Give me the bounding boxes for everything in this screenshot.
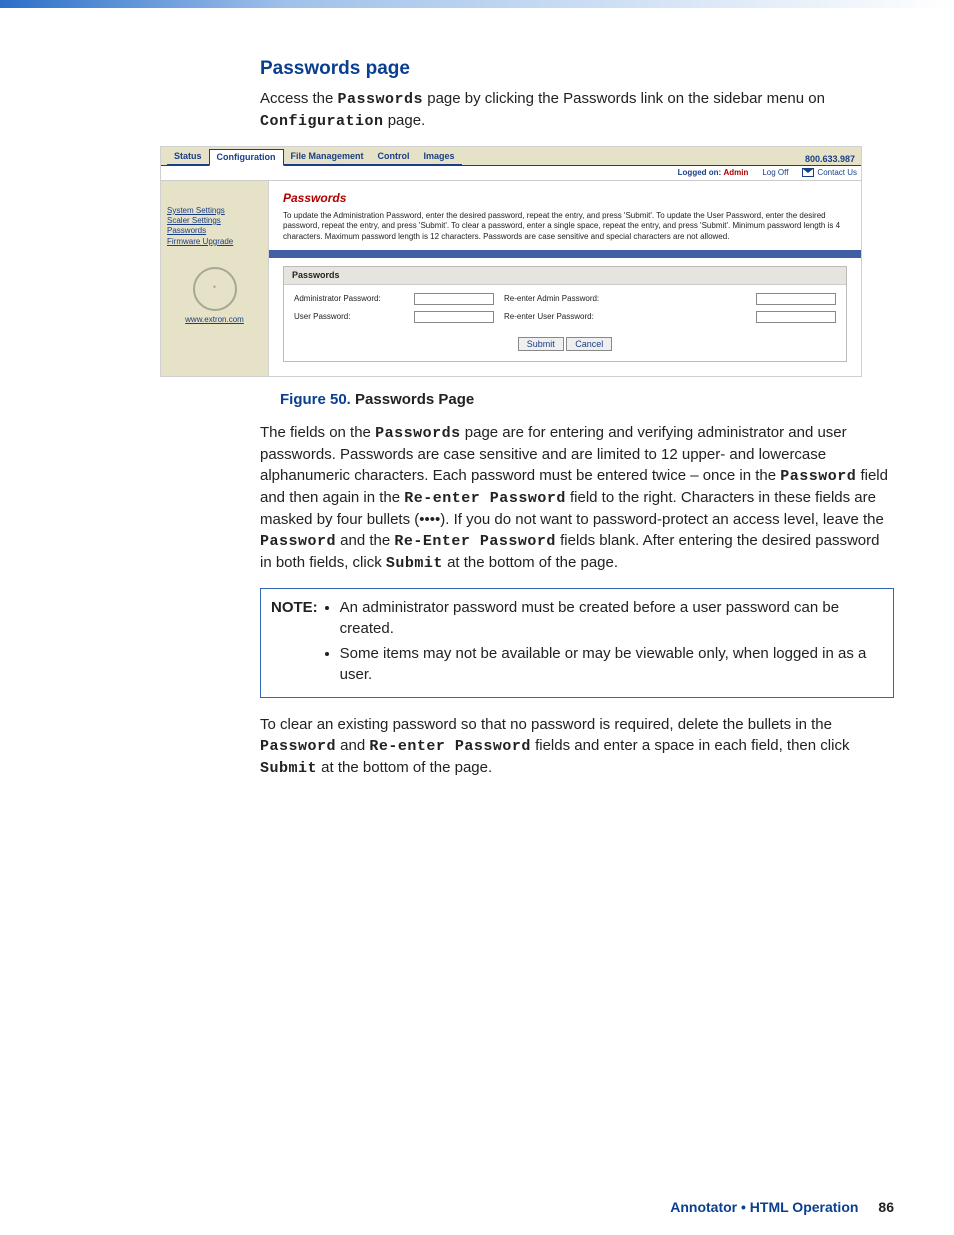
note-label: NOTE: (271, 597, 318, 689)
instructions-text: To update the Administration Password, e… (283, 211, 847, 242)
top-stripe (0, 0, 954, 8)
admin-password-reenter-input[interactable] (756, 293, 836, 305)
contact-us-link[interactable]: Contact Us (802, 168, 857, 178)
tab-control[interactable]: Control (371, 149, 417, 165)
admin-password-reenter-label: Re-enter Admin Password: (504, 294, 746, 304)
logo-box: ✦ www.extron.com (167, 267, 262, 325)
section-heading: Passwords page (260, 58, 894, 80)
sidebar: System Settings Scaler Settings Password… (161, 181, 268, 376)
user-password-label: User Password: (294, 312, 404, 322)
clear-password-paragraph: To clear an existing password so that no… (260, 714, 894, 779)
note-item: An administrator password must be create… (340, 597, 883, 639)
cancel-button[interactable]: Cancel (566, 337, 612, 351)
user-password-input[interactable] (414, 311, 494, 323)
extron-url-link[interactable]: www.extron.com (185, 315, 244, 324)
blue-bar (269, 250, 861, 258)
passwords-box-header: Passwords (284, 267, 846, 285)
figure-caption: Figure 50. Passwords Page (280, 391, 894, 408)
tab-images[interactable]: Images (417, 149, 462, 165)
submit-button[interactable]: Submit (518, 337, 564, 351)
logged-on-label: Logged on: Admin (678, 168, 749, 178)
intro-paragraph: Access the Passwords page by clicking th… (260, 88, 894, 132)
note-item: Some items may not be available or may b… (340, 643, 883, 685)
admin-password-input[interactable] (414, 293, 494, 305)
sidebar-item-system-settings[interactable]: System Settings (167, 206, 262, 216)
phone-number: 800.633.987 (805, 154, 855, 165)
tab-status[interactable]: Status (167, 149, 209, 165)
sidebar-item-scaler-settings[interactable]: Scaler Settings (167, 216, 262, 226)
passwords-box: Passwords Administrator Password: Re-ent… (283, 266, 847, 362)
tab-configuration[interactable]: Configuration (209, 149, 284, 166)
page-footer: Annotator • HTML Operation86 (670, 1199, 894, 1215)
sub-bar: Logged on: Admin Log Off Contact Us (161, 165, 861, 181)
description-paragraph: The fields on the Passwords page are for… (260, 422, 894, 574)
log-off-link[interactable]: Log Off (762, 168, 788, 178)
panel-title: Passwords (283, 191, 847, 205)
admin-password-label: Administrator Password: (294, 294, 404, 304)
passwords-screenshot: Status Configuration File Management Con… (160, 146, 862, 377)
main-panel: Passwords To update the Administration P… (268, 181, 861, 376)
note-box: NOTE: An administrator password must be … (260, 588, 894, 698)
swirl-icon: ✦ (193, 267, 237, 311)
tab-bar: Status Configuration File Management Con… (161, 147, 861, 165)
user-password-reenter-label: Re-enter User Password: (504, 312, 746, 322)
mail-icon (802, 168, 814, 177)
user-password-reenter-input[interactable] (756, 311, 836, 323)
sidebar-item-firmware-upgrade[interactable]: Firmware Upgrade (167, 237, 262, 247)
sidebar-item-passwords[interactable]: Passwords (167, 226, 262, 236)
tab-file-management[interactable]: File Management (284, 149, 371, 165)
